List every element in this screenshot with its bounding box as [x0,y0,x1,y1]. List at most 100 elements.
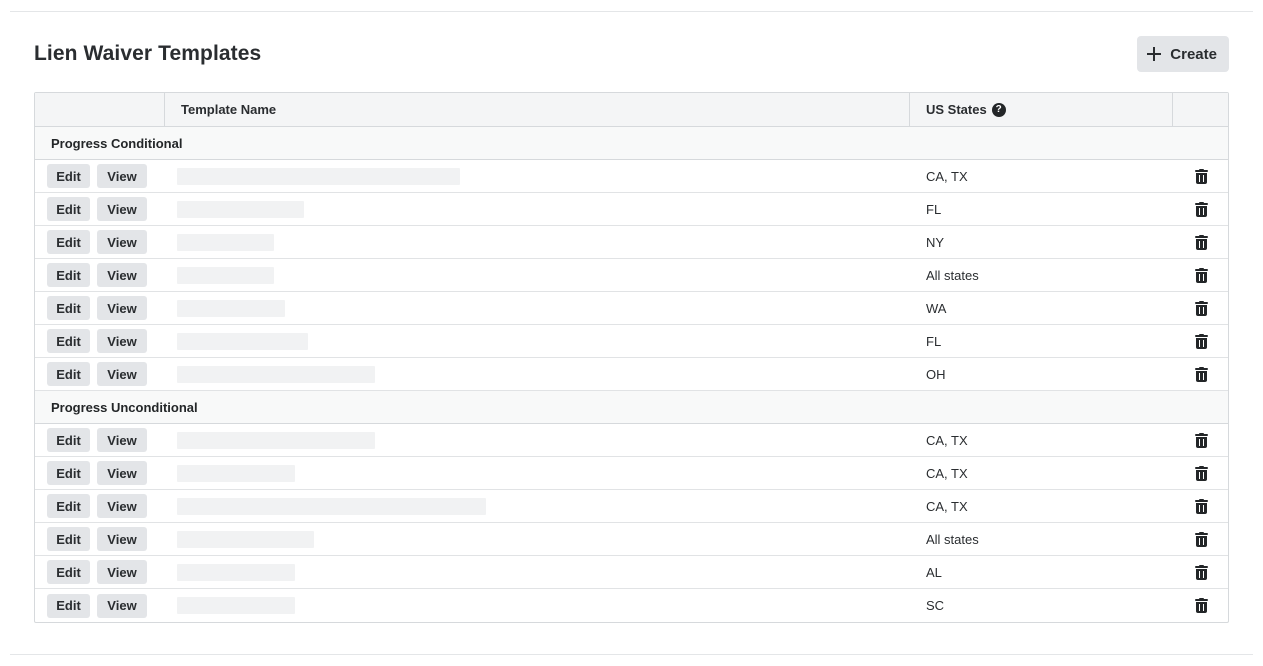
redacted-template-name [177,167,460,185]
trash-icon[interactable] [1195,366,1208,382]
row-actions: Edit View [35,197,165,221]
row-actions: Edit View [35,329,165,353]
edit-button[interactable]: Edit [47,296,90,320]
edit-button[interactable]: Edit [47,164,90,188]
row-actions: Edit View [35,560,165,584]
edit-button[interactable]: Edit [47,527,90,551]
table-row: Edit View CA, TX [35,424,1228,457]
trash-icon[interactable] [1195,168,1208,184]
view-button[interactable]: View [97,197,147,221]
trash-icon[interactable] [1195,564,1208,580]
template-name-cell [165,563,910,581]
us-states-cell: CA, TX [926,465,968,481]
trash-icon[interactable] [1195,531,1208,547]
template-name-header-label: Template Name [181,102,277,117]
plus-icon [1147,47,1162,61]
redacted-template-name [177,266,274,284]
trash-icon[interactable] [1195,465,1208,481]
edit-button[interactable]: Edit [47,560,90,584]
redacted-template-name [177,530,314,548]
edit-button[interactable]: Edit [47,329,90,353]
edit-button[interactable]: Edit [47,197,90,221]
edit-button[interactable]: Edit [47,362,90,386]
edit-button[interactable]: Edit [47,263,90,287]
us-states-cell: FL [926,201,942,217]
trash-icon[interactable] [1195,201,1208,217]
us-states-cell: CA, TX [926,168,968,184]
us-states-cell: All states [926,267,979,283]
create-button[interactable]: Create [1137,36,1229,72]
delete-cell [1173,333,1228,349]
view-button[interactable]: View [97,494,147,518]
edit-button[interactable]: Edit [47,494,90,518]
table-row: Edit View SC [35,589,1228,622]
table-row: Edit View OH [35,358,1228,391]
us-states-cell: WA [926,300,947,316]
edit-button[interactable]: Edit [47,593,90,618]
table-header: Template Name US States ? [35,93,1228,127]
us-states-cell: SC [926,598,945,613]
table-row: Edit View CA, TX [35,457,1228,490]
edit-button[interactable]: Edit [47,461,90,485]
table-row: Edit View All states [35,259,1228,292]
question-circle-icon[interactable]: ? [991,102,1006,117]
template-name-cell [165,597,910,614]
row-actions: Edit View [35,461,165,485]
template-name-cell [165,530,910,548]
template-name-cell [165,497,910,515]
row-actions: Edit View [35,263,165,287]
view-button[interactable]: View [97,329,147,353]
templates-table: Template Name US States ? Progress Condi… [34,92,1229,623]
bottom-divider [10,654,1253,655]
redacted-template-name [177,233,274,251]
view-button[interactable]: View [97,560,147,584]
delete-cell [1173,366,1228,382]
row-actions: Edit View [35,362,165,386]
redacted-template-name [177,299,285,317]
template-name-cell [165,299,910,317]
page-title: Lien Waiver Templates [34,42,262,65]
us-states-cell: OH [926,366,946,382]
row-actions: Edit View [35,230,165,254]
template-name-cell [165,167,910,185]
trash-icon[interactable] [1195,267,1208,283]
view-button[interactable]: View [97,593,147,618]
us-states-cell: AL [926,564,942,580]
edit-button[interactable]: Edit [47,230,90,254]
trash-icon[interactable] [1195,432,1208,448]
redacted-template-name [177,431,375,449]
redacted-template-name [177,200,304,218]
view-button[interactable]: View [97,428,147,452]
us-states-cell: All states [926,531,979,547]
table-row: Edit View AL [35,556,1228,589]
template-name-column-header: Template Name [165,93,910,126]
trash-icon[interactable] [1195,498,1208,514]
delete-column-header [1173,93,1228,126]
lien-waiver-templates-page: Lien Waiver Templates Create Template Na… [0,0,1263,666]
us-states-column-header: US States ? [910,93,1173,126]
redacted-template-name [177,365,375,383]
us-states-header-label: US States [926,102,987,117]
row-actions: Edit View [35,428,165,452]
trash-icon[interactable] [1195,234,1208,250]
group-header-row: Progress Unconditional [35,391,1228,424]
edit-button[interactable]: Edit [47,428,90,452]
view-button[interactable]: View [97,296,147,320]
table-row: Edit View CA, TX [35,490,1228,523]
view-button[interactable]: View [97,263,147,287]
delete-cell [1173,432,1228,448]
actions-column-header [35,93,165,126]
create-button-label: Create [1170,45,1217,63]
template-name-cell [165,332,910,350]
trash-icon[interactable] [1195,598,1208,613]
delete-cell [1173,234,1228,250]
trash-icon[interactable] [1195,333,1208,349]
view-button[interactable]: View [97,461,147,485]
delete-cell [1173,531,1228,547]
view-button[interactable]: View [97,527,147,551]
view-button[interactable]: View [97,230,147,254]
trash-icon[interactable] [1195,300,1208,316]
delete-cell [1173,300,1228,316]
view-button[interactable]: View [97,164,147,188]
view-button[interactable]: View [97,362,147,386]
